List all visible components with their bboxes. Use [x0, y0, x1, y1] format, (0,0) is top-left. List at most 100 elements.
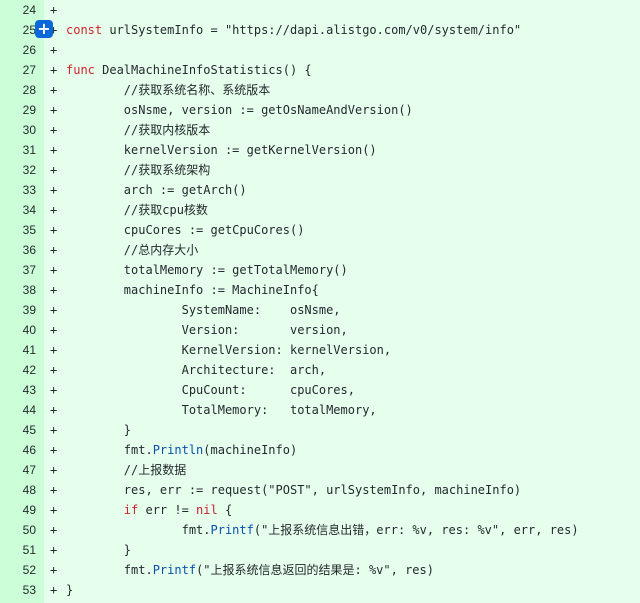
code-text: Version: version,: [66, 323, 348, 337]
diff-line: 50 + fmt.Printf("上报系统信息出错，err: %v, res: %…: [0, 520, 640, 540]
line-number[interactable]: 32: [0, 160, 36, 180]
code-text: SystemName: osNsme,: [66, 303, 341, 317]
line-number[interactable]: 31: [0, 140, 36, 160]
added-marker: +: [50, 3, 58, 17]
code-text: TotalMemory: totalMemory,: [66, 403, 377, 417]
added-marker: +: [50, 243, 58, 257]
diff-line: 51 + }: [0, 540, 640, 560]
added-marker: +: [50, 63, 58, 77]
diff-line: 32 + //获取系统架构: [0, 160, 640, 180]
add-comment-button[interactable]: +: [35, 20, 53, 38]
diff-line: 31 + kernelVersion := getKernelVersion(): [0, 140, 640, 160]
code-text: fmt.Printf("上报系统信息出错，err: %v, res: %v", …: [66, 523, 579, 537]
line-number[interactable]: 37: [0, 260, 36, 280]
line-number[interactable]: 34: [0, 200, 36, 220]
diff-line: 46 + fmt.Println(machineInfo): [0, 440, 640, 460]
diff-line: 30 + //获取内核版本: [0, 120, 640, 140]
line-number[interactable]: 44: [0, 400, 36, 420]
added-marker: +: [50, 543, 58, 557]
line-number[interactable]: 43: [0, 380, 36, 400]
line-number[interactable]: 53: [0, 580, 36, 600]
code-text: if err != nil {: [123, 503, 233, 517]
line-number[interactable]: 36: [0, 240, 36, 260]
code-text: //获取系统名称、系统版本: [66, 83, 271, 97]
line-number[interactable]: 51: [0, 540, 36, 560]
line-number[interactable]: 48: [0, 480, 36, 500]
added-marker: +: [50, 323, 58, 337]
added-marker: +: [50, 183, 58, 197]
code-text: }: [66, 423, 132, 437]
diff-line: 40 + Version: version,: [0, 320, 640, 340]
line-number[interactable]: 46: [0, 440, 36, 460]
line-number[interactable]: 35: [0, 220, 36, 240]
diff-line: 24 +: [0, 0, 640, 20]
diff-line: 28 + //获取系统名称、系统版本: [0, 80, 640, 100]
added-marker: +: [50, 303, 58, 317]
diff-view: + 24 +25 + const urlSystemInfo = "https://d…: [0, 0, 640, 603]
code-text: //获取cpu核数: [66, 203, 208, 217]
line-number[interactable]: 39: [0, 300, 36, 320]
added-marker: +: [50, 143, 58, 157]
code-text: machineInfo := MachineInfo{: [66, 283, 319, 297]
line-number[interactable]: 26: [0, 40, 36, 60]
line-number[interactable]: 28: [0, 80, 36, 100]
diff-line: 35 + cpuCores := getCpuCores(): [0, 220, 640, 240]
diff-line: 39 + SystemName: osNsme,: [0, 300, 640, 320]
diff-line: 37 + totalMemory := getTotalMemory(): [0, 260, 640, 280]
line-number[interactable]: 38: [0, 280, 36, 300]
code-text: arch := getArch(): [66, 183, 247, 197]
diff-line: 41 + KernelVersion: kernelVersion,: [0, 340, 640, 360]
code-text: func DealMachineInfoStatistics() {: [66, 63, 312, 77]
line-number[interactable]: 24: [0, 0, 36, 20]
diff-line: 42 + Architecture: arch,: [0, 360, 640, 380]
diff-line: 26 +: [0, 40, 640, 60]
line-number[interactable]: 40: [0, 320, 36, 340]
code-text: cpuCores := getCpuCores(): [66, 223, 305, 237]
line-number[interactable]: 47: [0, 460, 36, 480]
code-text: //上报数据: [66, 463, 187, 477]
diff-line: 43 + CpuCount: cpuCores,: [0, 380, 640, 400]
code-text: KernelVersion: kernelVersion,: [66, 343, 392, 357]
added-marker: +: [50, 443, 58, 457]
diff-line: 49 + if err != nil {: [0, 500, 640, 520]
line-number[interactable]: 42: [0, 360, 36, 380]
line-number[interactable]: 25: [0, 20, 36, 40]
added-marker: +: [50, 343, 58, 357]
code-text: const urlSystemInfo = "https://dapi.alis…: [66, 23, 522, 37]
code-text: kernelVersion := getKernelVersion(): [66, 143, 377, 157]
diff-line: 45 + }: [0, 420, 640, 440]
added-marker: +: [50, 203, 58, 217]
added-marker: +: [50, 363, 58, 377]
diff-line: 38 + machineInfo := MachineInfo{: [0, 280, 640, 300]
code-text: fmt.Println(machineInfo): [66, 443, 298, 457]
code-text: fmt.Printf("上报系统信息返回的结果是: %v", res): [66, 563, 434, 577]
diff-line: 27 + func DealMachineInfoStatistics() {: [0, 60, 640, 80]
code-text: }: [66, 543, 132, 557]
code-text: totalMemory := getTotalMemory(): [66, 263, 348, 277]
line-number[interactable]: 50: [0, 520, 36, 540]
line-number[interactable]: 30: [0, 120, 36, 140]
added-marker: +: [50, 163, 58, 177]
added-marker: +: [50, 123, 58, 137]
line-number[interactable]: 33: [0, 180, 36, 200]
diff-line: 48 + res, err := request("POST", urlSyste…: [0, 480, 640, 500]
code-text: //总内存大小: [66, 243, 199, 257]
added-marker: +: [50, 83, 58, 97]
added-marker: +: [50, 583, 58, 597]
code-text: //获取内核版本: [66, 123, 211, 137]
diff-line: 53 +}: [0, 580, 640, 600]
diff-line: 33 + arch := getArch(): [0, 180, 640, 200]
diff-lines: 24 +25 + const urlSystemInfo = "https://dap…: [0, 0, 640, 600]
line-number[interactable]: 45: [0, 420, 36, 440]
code-text: CpuCount: cpuCores,: [66, 383, 355, 397]
code-text: //获取系统架构: [66, 163, 211, 177]
code-text: Architecture: arch,: [66, 363, 327, 377]
diff-line: 25 + const urlSystemInfo = "https://dapi.a…: [0, 20, 640, 40]
line-number[interactable]: 41: [0, 340, 36, 360]
line-number[interactable]: 27: [0, 60, 36, 80]
line-number[interactable]: 49: [0, 500, 36, 520]
line-number[interactable]: 29: [0, 100, 36, 120]
added-marker: +: [50, 423, 58, 437]
added-marker: +: [50, 223, 58, 237]
line-number[interactable]: 52: [0, 560, 36, 580]
